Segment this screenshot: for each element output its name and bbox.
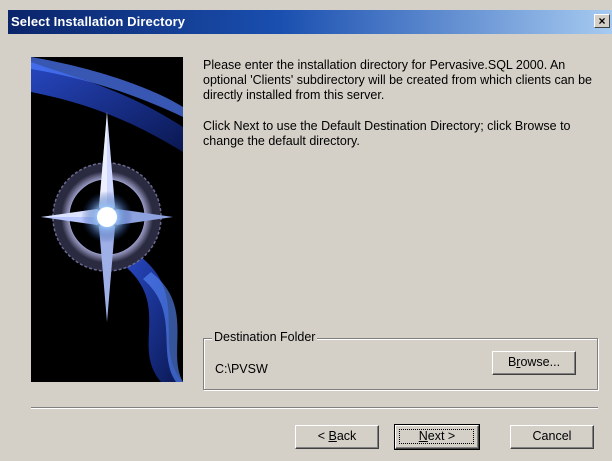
instruction-paragraph-2: Click Next to use the Default Destinatio… xyxy=(203,119,571,148)
cancel-label: Cancel xyxy=(532,429,572,443)
close-button[interactable]: × xyxy=(594,14,610,28)
separator xyxy=(31,407,598,409)
next-button[interactable]: Next > xyxy=(394,424,480,450)
browse-label-part: owse... xyxy=(520,355,561,369)
installer-dialog: Select Installation Directory × Please e… xyxy=(0,0,612,461)
side-graphic xyxy=(31,57,183,382)
destination-path: C:\PVSW xyxy=(215,362,268,376)
back-button[interactable]: < Back xyxy=(295,425,379,449)
title-bar[interactable]: Select Installation Directory × xyxy=(8,10,612,34)
focus-rectangle xyxy=(399,429,474,444)
cancel-button[interactable]: Cancel xyxy=(510,425,594,449)
back-label-part: < xyxy=(317,429,329,443)
destination-folder-group: Destination Folder C:\PVSW Browse... xyxy=(203,330,598,390)
back-label-part: ack xyxy=(336,429,357,443)
destination-folder-label: Destination Folder xyxy=(212,330,318,344)
close-icon: × xyxy=(598,14,606,28)
compass-star-icon xyxy=(31,57,183,382)
instruction-paragraph-1: Please enter the installation directory … xyxy=(203,58,592,102)
instructions: Please enter the installation directory … xyxy=(203,58,598,165)
window-title: Select Installation Directory xyxy=(11,14,186,29)
browse-button[interactable]: Browse... xyxy=(492,351,576,375)
back-label-accel: B xyxy=(328,429,337,443)
